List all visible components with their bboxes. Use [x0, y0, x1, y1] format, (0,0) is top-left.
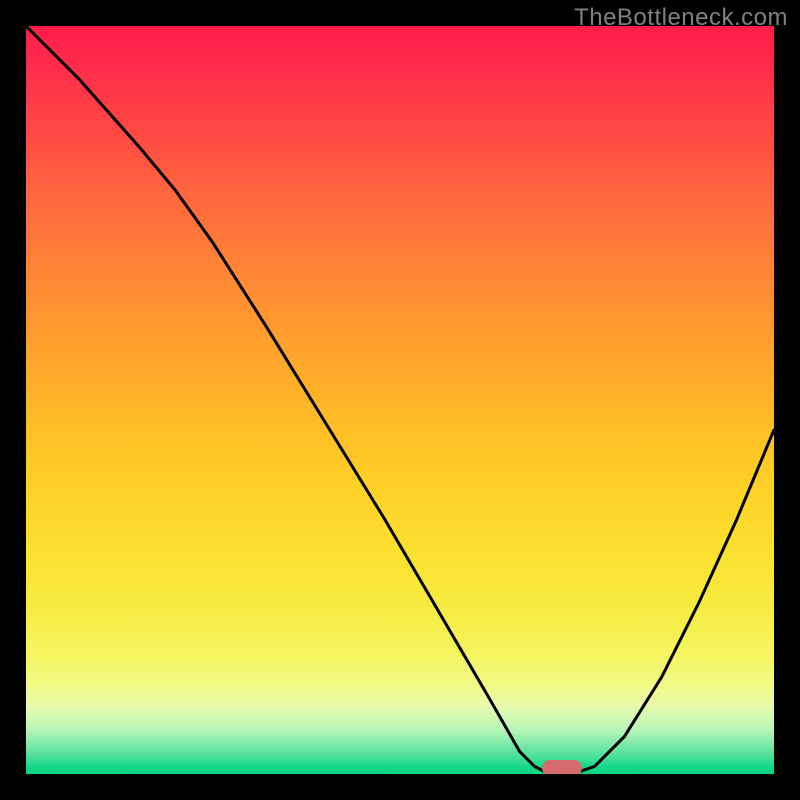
- optimal-marker: [542, 760, 582, 774]
- plot-area: [26, 26, 774, 774]
- watermark-text: TheBottleneck.com: [574, 4, 788, 32]
- bottleneck-curve: [26, 26, 774, 774]
